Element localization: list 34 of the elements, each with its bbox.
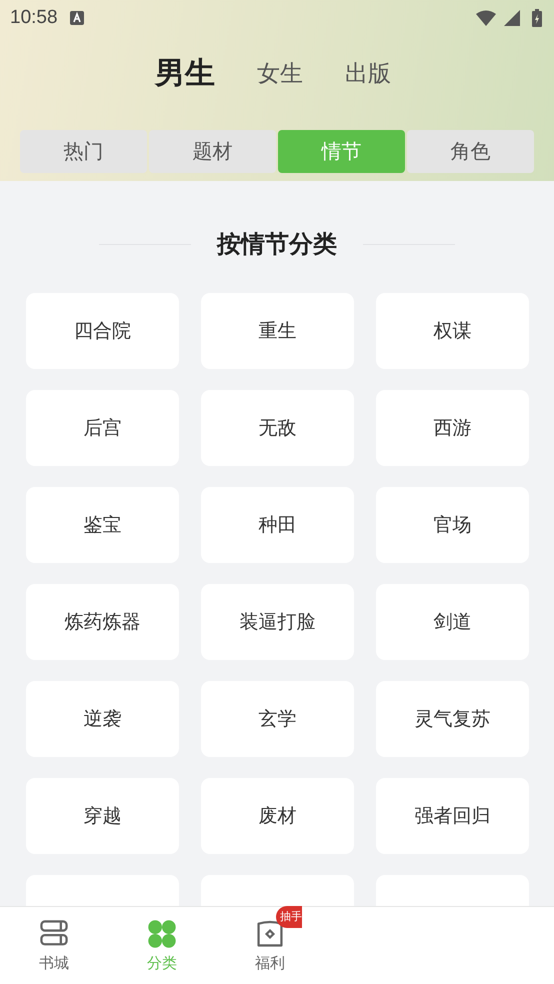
badge: 抽手 [276,906,302,928]
category-tab[interactable]: 角色 [407,130,534,173]
notification-icon [70,11,84,25]
category-button[interactable]: 炼药炼器 [26,584,179,660]
gender-tab[interactable]: 女生 [251,58,309,88]
category-button[interactable]: 玄学 [201,681,354,757]
category-button[interactable]: 逆袭 [26,681,179,757]
category-button[interactable]: 剑道 [376,584,529,660]
grid-icon[interactable] [146,918,178,950]
section-title: 按情节分类 [217,229,337,260]
category-button[interactable]: 权谋 [376,293,529,369]
gender-tab[interactable]: 男生 [149,52,221,94]
category-button[interactable]: 西游 [376,390,529,466]
category-tab[interactable]: 题材 [149,130,276,173]
category-button[interactable]: 种田 [201,487,354,563]
status-time: 10:58 [10,7,58,29]
battery-icon [532,9,542,27]
category-button[interactable]: 四合院 [26,293,179,369]
category-button[interactable]: 重生 [201,293,354,369]
category-button[interactable]: 后宫 [26,390,179,466]
category-button[interactable]: 灵气复苏 [376,681,529,757]
category-tab[interactable]: 热门 [20,130,147,173]
nav-label[interactable]: 福利 [255,954,285,973]
gender-tab[interactable]: 出版 [339,58,397,88]
category-button[interactable]: 废材 [201,778,354,854]
category-button[interactable]: 强者回归 [376,778,529,854]
category-button[interactable]: 装逼打脸 [201,584,354,660]
wifi-icon [476,10,496,26]
category-button[interactable]: 鉴宝 [26,487,179,563]
category-button[interactable]: 官场 [376,487,529,563]
nav-label[interactable]: 书城 [39,954,69,973]
category-button[interactable]: 穿越 [26,778,179,854]
signal-icon [502,10,522,26]
category-button[interactable]: 无敌 [201,390,354,466]
